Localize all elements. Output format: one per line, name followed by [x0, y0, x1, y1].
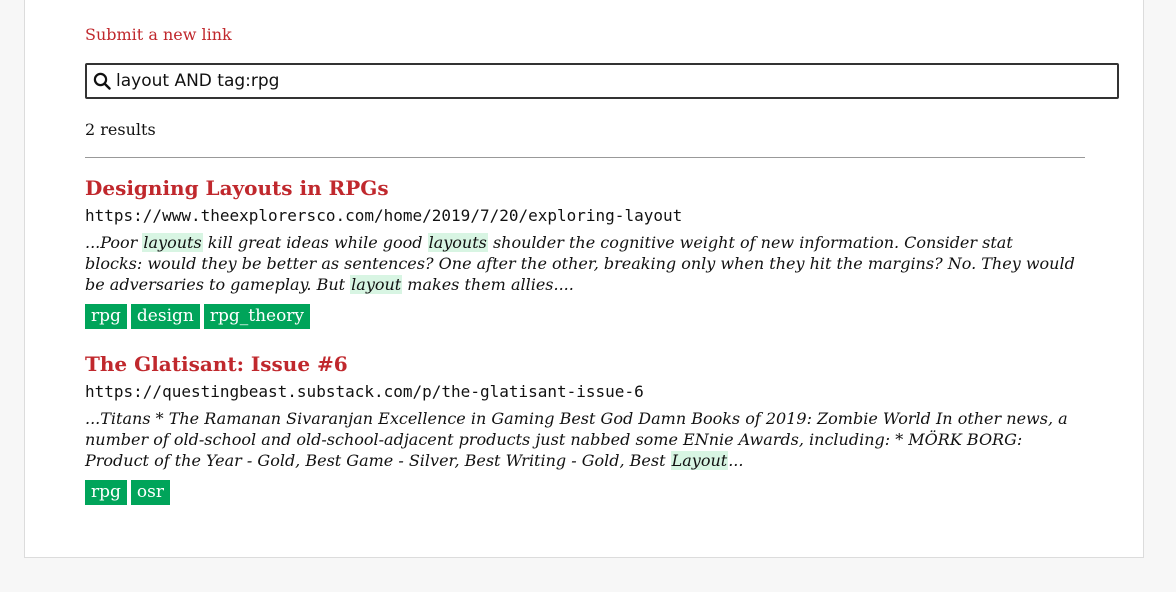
snippet-segment: ...Poor — [85, 233, 143, 252]
tag-osr[interactable]: osr — [130, 480, 170, 505]
snippet-segment: ...Titans * The Ramanan Sivaranjan Excel… — [85, 409, 1068, 470]
result-title[interactable]: Designing Layouts in RPGs — [85, 176, 1085, 200]
snippet-highlight: layout — [350, 275, 403, 294]
snippet-highlight: Layout — [670, 451, 729, 470]
result-item: Designing Layouts in RPGs https://www.th… — [85, 176, 1085, 329]
result-snippet: ...Titans * The Ramanan Sivaranjan Excel… — [85, 408, 1075, 471]
search-icon — [93, 72, 111, 90]
result-count: 2 results — [85, 120, 156, 139]
snippet-segment: ... — [728, 451, 744, 470]
result-snippet: ...Poor layouts kill great ideas while g… — [85, 232, 1075, 295]
main-panel: Submit a new link 2 results Designing La… — [24, 0, 1144, 558]
snippet-segment: kill great ideas while good — [202, 233, 428, 252]
submit-new-link[interactable]: Submit a new link — [85, 25, 232, 44]
divider — [85, 157, 1085, 158]
snippet-highlight: layouts — [142, 233, 203, 252]
tag-list: rpg design rpg_theory — [85, 304, 1085, 329]
tag-rpg[interactable]: rpg — [85, 480, 127, 505]
tag-list: rpg osr — [85, 480, 1085, 505]
search-input[interactable] — [116, 71, 1076, 91]
tag-design[interactable]: design — [130, 304, 200, 329]
snippet-highlight: layouts — [427, 233, 488, 252]
search-box[interactable] — [85, 63, 1119, 99]
tag-rpg-theory[interactable]: rpg_theory — [203, 304, 311, 329]
result-item: The Glatisant: Issue #6 https://questing… — [85, 352, 1085, 505]
result-url[interactable]: https://questingbeast.substack.com/p/the… — [85, 382, 1085, 402]
snippet-segment: makes them allies.... — [402, 275, 574, 294]
tag-rpg[interactable]: rpg — [85, 304, 127, 329]
result-url[interactable]: https://www.theexplorersco.com/home/2019… — [85, 206, 1085, 226]
result-title[interactable]: The Glatisant: Issue #6 — [85, 352, 1085, 376]
